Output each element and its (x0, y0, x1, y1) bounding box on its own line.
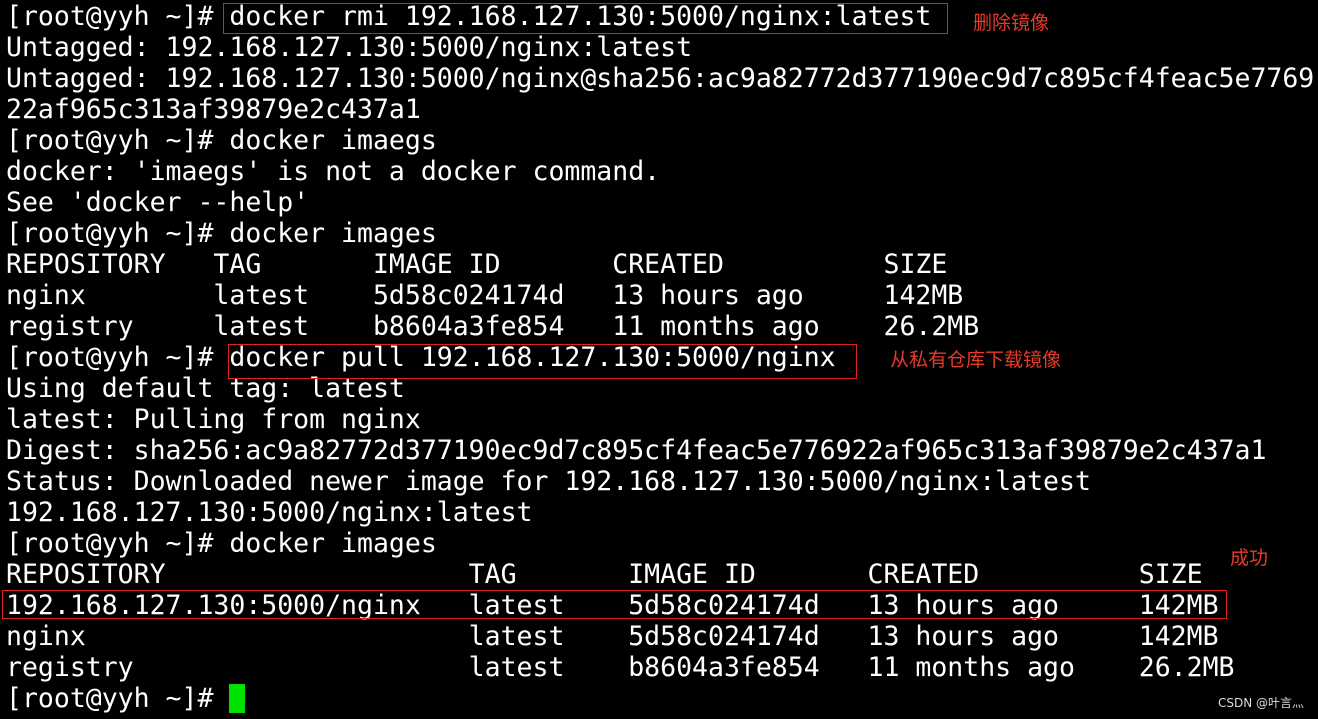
images-table-header: REPOSITORY TAG IMAGE ID CREATED SIZE (6, 249, 948, 280)
terminal-line-output: Digest: sha256:ac9a82772d377190ec9d7c895… (6, 435, 1267, 466)
annotation-pull-private: 从私有仓库下载镜像 (890, 349, 1062, 371)
terminal-line-prompt: [root@yyh ~]# docker images (6, 218, 437, 249)
highlight-box-new-image-row (2, 590, 1227, 619)
terminal-line-output: latest: Pulling from nginx (6, 404, 421, 435)
images-table-row: nginx latest 5d58c024174d 13 hours ago 1… (6, 280, 964, 311)
terminal-line-output: See 'docker --help' (6, 187, 310, 218)
terminal-line-output: Untagged: 192.168.127.130:5000/nginx@sha… (6, 63, 1315, 94)
terminal-line-prompt: [root@yyh ~]# docker images (6, 528, 437, 559)
terminal-line-output: docker: 'imaegs' is not a docker command… (6, 156, 661, 187)
terminal-line-prompt: [root@yyh ~]# docker imaegs (6, 125, 437, 156)
highlight-box-rmi-command (223, 3, 948, 34)
annotation-success: 成功 (1230, 547, 1269, 569)
terminal-line-output: 22af965c313af39879e2c437a1 (6, 94, 421, 125)
terminal-line-output: 192.168.127.130:5000/nginx:latest (6, 497, 533, 528)
terminal-line-output: Status: Downloaded newer image for 192.1… (6, 466, 1091, 497)
images-table-row: registry latest b8604a3fe854 11 months a… (6, 311, 980, 342)
terminal-line-prompt-current[interactable]: [root@yyh ~]# (6, 683, 229, 714)
images-table-header: REPOSITORY TAG IMAGE ID CREATED SIZE (6, 559, 1203, 590)
images-table-row: registry latest b8604a3fe854 11 months a… (6, 652, 1235, 683)
images-table-row: nginx latest 5d58c024174d 13 hours ago 1… (6, 621, 1219, 652)
terminal-cursor (229, 684, 245, 713)
highlight-box-pull-command (228, 344, 857, 379)
terminal-line-output: Untagged: 192.168.127.130:5000/nginx:lat… (6, 32, 693, 63)
annotation-delete-image: 删除镜像 (973, 12, 1050, 34)
watermark: CSDN @叶言灬 (1217, 696, 1304, 710)
